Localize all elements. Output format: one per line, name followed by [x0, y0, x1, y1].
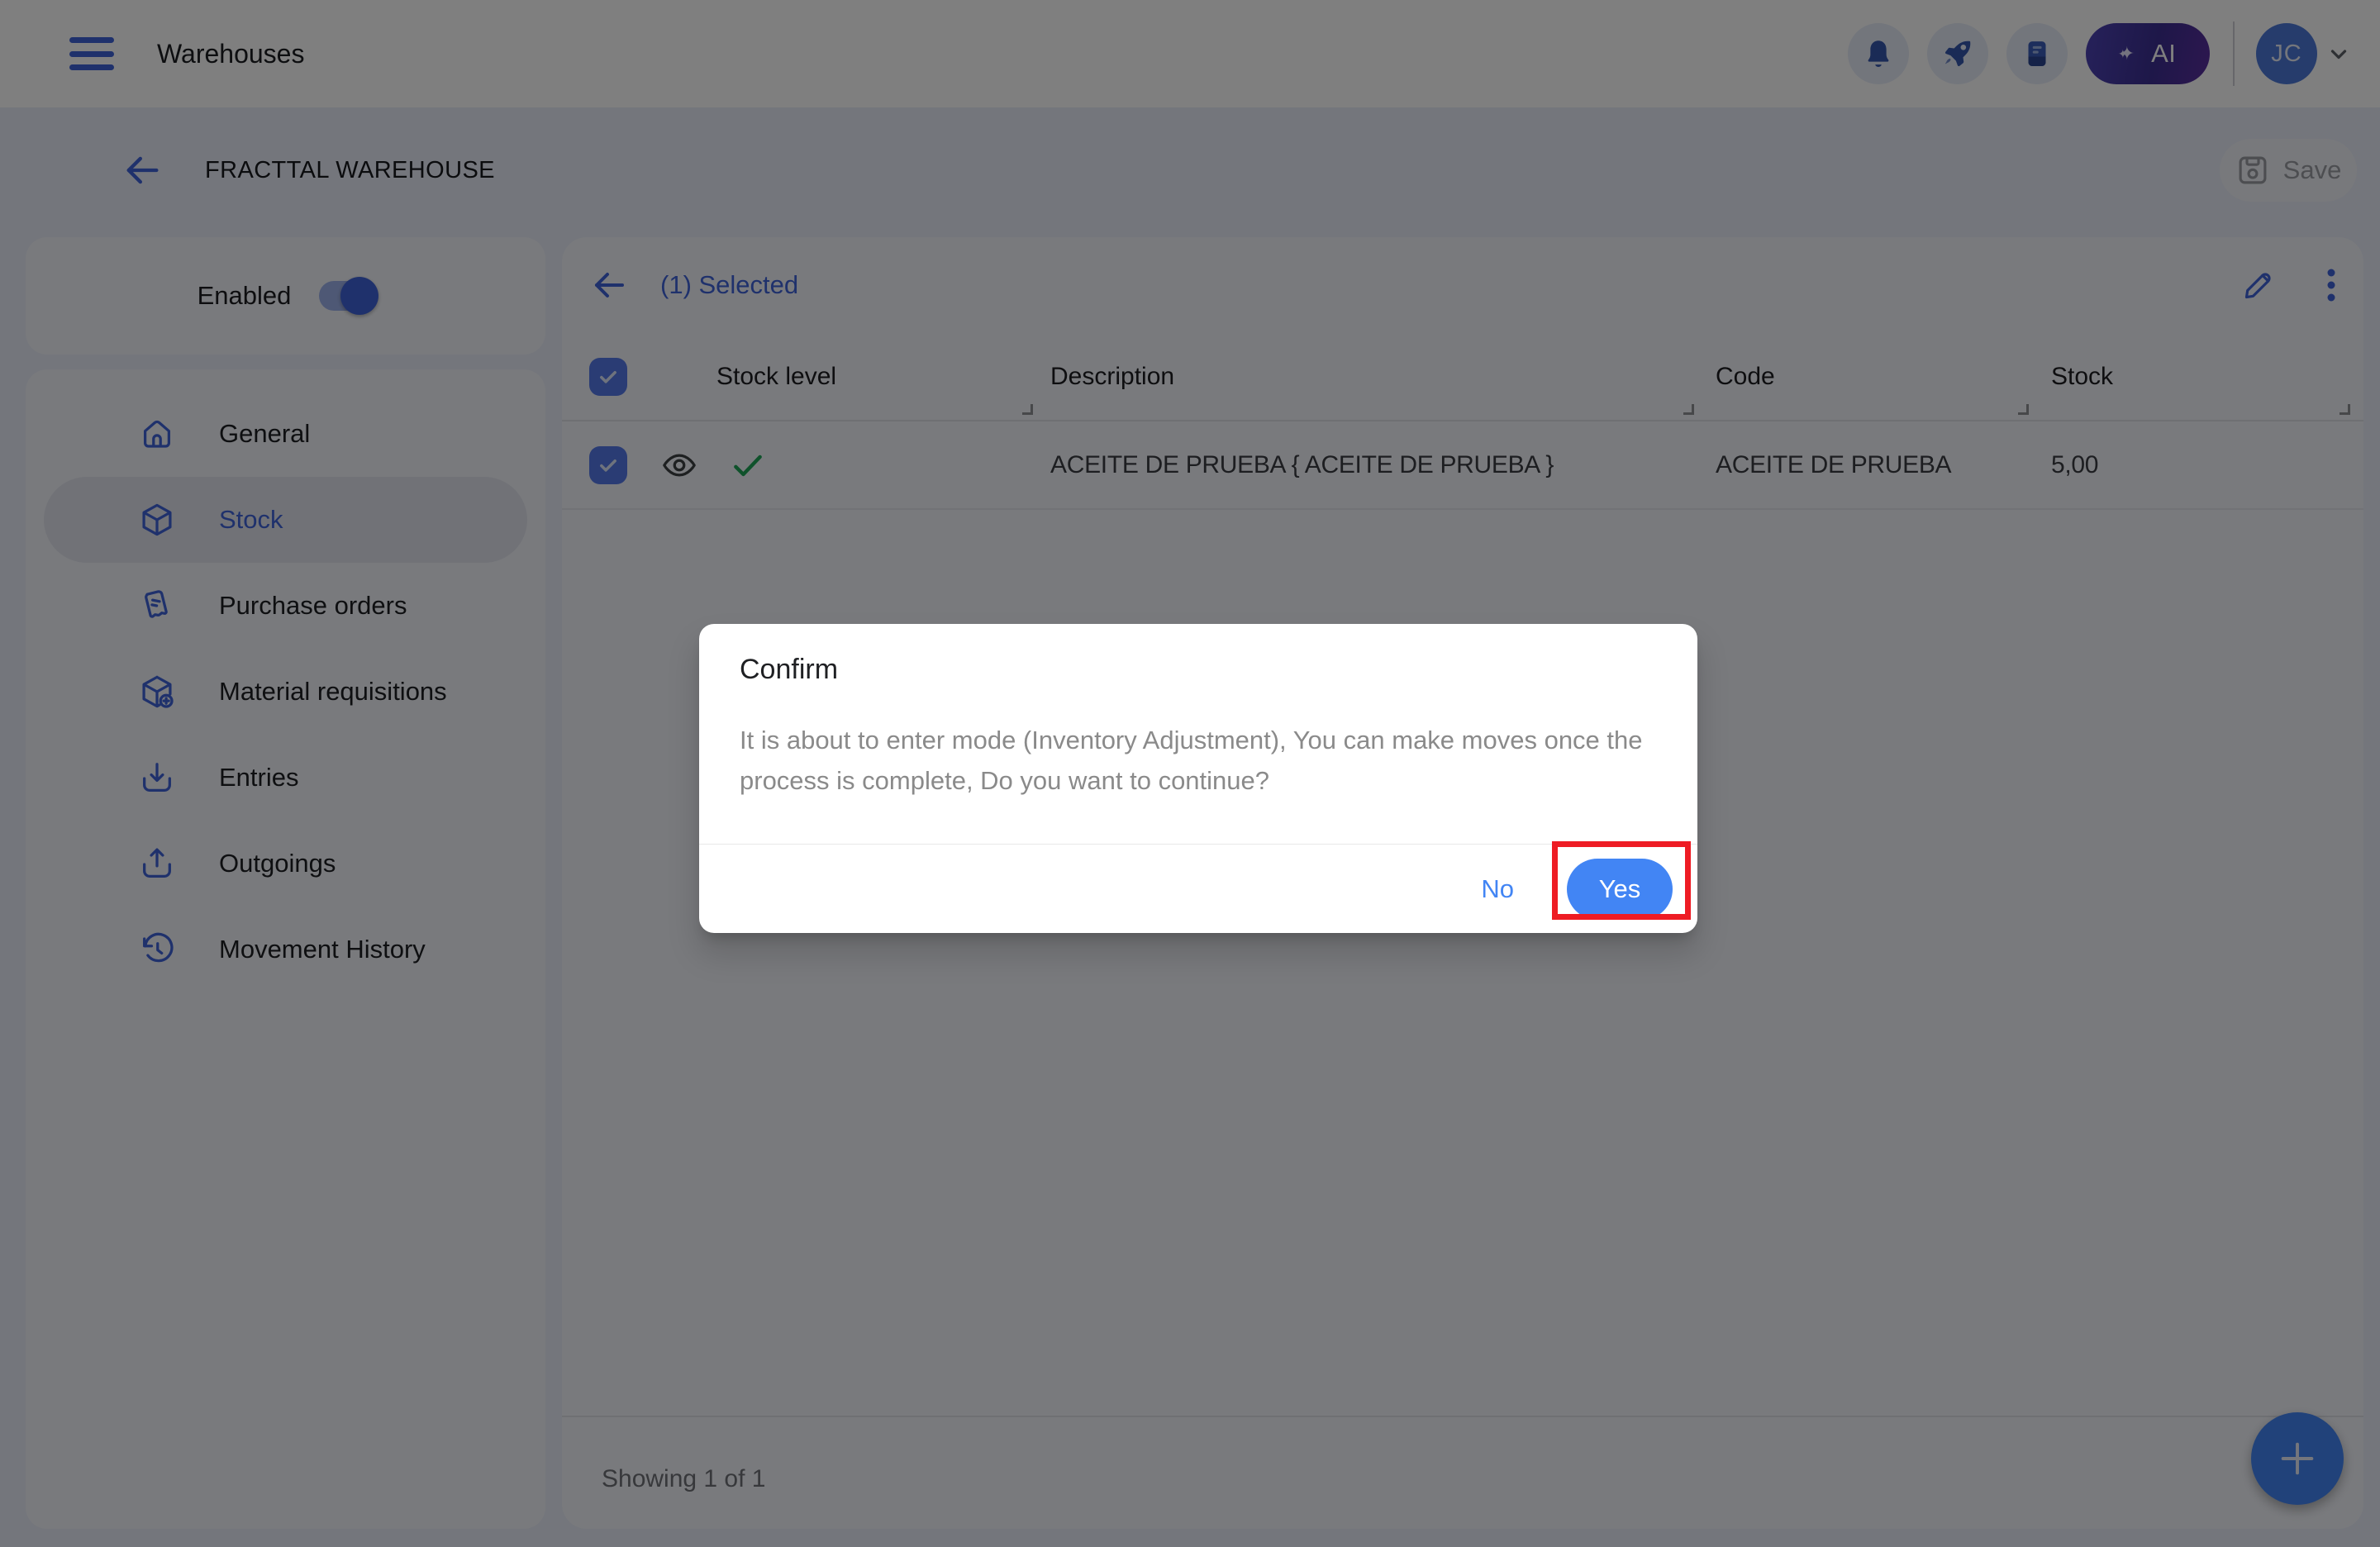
yes-button[interactable]: Yes: [1567, 859, 1673, 920]
dialog-title: Confirm: [740, 654, 838, 686]
confirm-dialog: Confirm It is about to enter mode (Inven…: [699, 624, 1697, 933]
no-button[interactable]: No: [1481, 874, 1514, 904]
dialog-actions: No Yes: [699, 844, 1697, 933]
dialog-message: It is about to enter mode (Inventory Adj…: [740, 720, 1667, 801]
